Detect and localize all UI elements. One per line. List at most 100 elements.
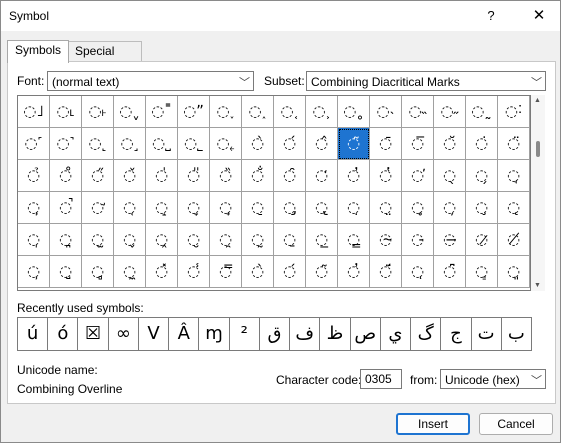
symbol-cell[interactable]: ◌̞	[178, 192, 210, 224]
symbol-cell[interactable]: ◌͂	[306, 256, 338, 288]
symbol-cell[interactable]: ◌̒	[306, 160, 338, 192]
tab-symbols[interactable]: Symbols	[7, 40, 70, 63]
grid-scrollbar[interactable]: ▲ ▼	[531, 95, 545, 291]
recent-symbol[interactable]: V	[137, 317, 170, 351]
recent-symbol[interactable]: Â	[168, 317, 200, 351]
recent-symbol[interactable]: گ	[410, 317, 442, 351]
symbol-cell[interactable]: ◌˳	[338, 96, 370, 128]
symbol-cell[interactable]: ◌˩	[18, 96, 50, 128]
help-icon[interactable]: ?	[479, 6, 503, 26]
symbol-cell[interactable]: ◌˵	[402, 96, 434, 128]
symbol-cell[interactable]: ◌̥	[402, 192, 434, 224]
symbol-cell[interactable]: ◌̇	[466, 128, 498, 160]
symbol-cell[interactable]: ◌̐	[242, 160, 274, 192]
symbol-cell[interactable]: ◌̠	[242, 192, 274, 224]
recent-symbol[interactable]: ú	[17, 317, 49, 351]
symbol-cell[interactable]: ◌̗	[466, 160, 498, 192]
symbol-cell[interactable]: ◌̬	[114, 224, 146, 256]
symbol-cell[interactable]: ◌̣	[338, 192, 370, 224]
symbol-cell[interactable]: ◌̎	[178, 160, 210, 192]
symbol-cell[interactable]: ◌˹	[18, 128, 50, 160]
recent-symbol[interactable]: ☒	[77, 317, 109, 351]
symbol-cell[interactable]: ◌̆	[434, 128, 466, 160]
symbol-cell[interactable]: ◌̋	[82, 160, 114, 192]
symbol-cell[interactable]: ◌̟	[210, 192, 242, 224]
recent-symbol[interactable]: ق	[258, 317, 291, 351]
symbol-cell[interactable]: ◌̮	[178, 224, 210, 256]
symbol-cell[interactable]: ◌ͅ	[402, 256, 434, 288]
recent-symbol[interactable]: ∞	[107, 317, 139, 351]
tab-special-characters[interactable]: Special Characters	[67, 41, 142, 77]
scroll-up-icon[interactable]: ▲	[534, 97, 541, 104]
symbol-cell[interactable]: ◌̲	[306, 224, 338, 256]
recent-symbol[interactable]: ظ	[319, 317, 351, 351]
symbol-cell[interactable]: ◌̱	[274, 224, 306, 256]
symbol-cell[interactable]: ◌̚	[50, 192, 82, 224]
symbol-cell[interactable]: ◌̉	[18, 160, 50, 192]
symbol-cell[interactable]: ◌͇	[466, 256, 498, 288]
symbol-cell[interactable]: ◌̡	[274, 192, 306, 224]
close-icon[interactable]: ✕	[525, 5, 553, 27]
symbol-cell[interactable]: ◌̕	[402, 160, 434, 192]
symbol-cell[interactable]: ◌̅	[402, 128, 434, 160]
symbol-cell[interactable]: ◌˫	[82, 96, 114, 128]
symbol-cell[interactable]: ◌˽	[146, 128, 178, 160]
symbol-cell[interactable]: ◌̫	[82, 224, 114, 256]
symbol-grid[interactable]: ◌˩ ◌˪ ◌˫ ◌ˬ ◌˭ ◌ˮ ◌˯ ◌˰ ◌˱ ◌˲ ◌˳ ◌˴ ◌˵ ◌˶ ◌˷ ◌˸ ◌˹ ◌˺ ◌˻ ◌˼…	[17, 95, 531, 291]
symbol-cell[interactable]: ◌̀	[242, 256, 274, 288]
symbol-cell[interactable]: ◌ˮ	[178, 96, 210, 128]
symbol-cell[interactable]: ◌̨	[498, 192, 530, 224]
symbol-cell[interactable]: ◌̸	[498, 224, 530, 256]
symbol-cell[interactable]: ◌˶	[434, 96, 466, 128]
symbol-cell[interactable]: ◌̊	[50, 160, 82, 192]
symbol-cell[interactable]: ◌̜	[114, 192, 146, 224]
recent-symbol[interactable]: ي	[379, 317, 412, 351]
subset-select[interactable]: Combining Diacritical Marks ﹀	[306, 71, 546, 91]
symbol-cell[interactable]: ◌̽	[146, 256, 178, 288]
symbol-cell[interactable]: ◌̛	[82, 192, 114, 224]
symbol-cell[interactable]: ◌˯	[210, 96, 242, 128]
recent-symbol[interactable]: ف	[289, 317, 321, 351]
symbol-cell[interactable]: ◌̈	[498, 128, 530, 160]
recent-symbol[interactable]: ت	[470, 317, 502, 351]
symbol-cell[interactable]: ◌̦	[434, 192, 466, 224]
symbol-cell[interactable]: ◌̖	[434, 160, 466, 192]
symbol-cell[interactable]: ◌̹	[18, 256, 50, 288]
symbol-cell[interactable]: ◌̓	[338, 256, 370, 288]
symbol-cell[interactable]: ◌̌	[114, 160, 146, 192]
symbol-cell[interactable]: ◌̭	[146, 224, 178, 256]
cancel-button[interactable]: Cancel	[479, 413, 553, 435]
symbol-cell[interactable]: ◌̳	[338, 224, 370, 256]
insert-button[interactable]: Insert	[396, 413, 470, 435]
symbol-cell[interactable]: ◌˷	[466, 96, 498, 128]
symbol-cell[interactable]: ◌̴	[370, 224, 402, 256]
symbol-cell[interactable]: ◌˺	[50, 128, 82, 160]
symbol-cell[interactable]: ◌̩	[18, 224, 50, 256]
symbol-cell[interactable]: ◌̾	[178, 256, 210, 288]
symbol-cell[interactable]: ◌́	[274, 128, 306, 160]
symbol-cell[interactable]: ◌˰	[242, 96, 274, 128]
symbol-cell[interactable]: ◌˱	[274, 96, 306, 128]
recent-symbol[interactable]: ب	[500, 317, 532, 351]
scrollbar-thumb[interactable]	[536, 141, 540, 157]
font-select[interactable]: (normal text) ﹀	[47, 71, 254, 91]
symbol-cell[interactable]: ◌̍	[146, 160, 178, 192]
symbol-cell[interactable]: ◌̈́	[370, 256, 402, 288]
symbol-cell[interactable]: ◌˸	[498, 96, 530, 128]
symbol-cell[interactable]: ◌̯	[210, 224, 242, 256]
symbol-cell[interactable]: ◌ˬ	[114, 96, 146, 128]
symbol-cell[interactable]: ◌̝	[146, 192, 178, 224]
recent-symbol[interactable]: ²	[228, 317, 260, 351]
symbol-cell[interactable]: ◌̺	[50, 256, 82, 288]
symbol-cell[interactable]: ◌̶	[434, 224, 466, 256]
symbol-cell[interactable]: ◌̧	[466, 192, 498, 224]
from-select[interactable]: Unicode (hex) ﹀	[440, 369, 546, 389]
symbol-cell[interactable]: ◌˲	[306, 96, 338, 128]
symbol-cell[interactable]: ◌̄	[370, 128, 402, 160]
symbol-cell[interactable]: ◌̢	[306, 192, 338, 224]
symbol-cell[interactable]: ◌˼	[114, 128, 146, 160]
symbol-cell[interactable]: ◌͆	[434, 256, 466, 288]
symbol-cell[interactable]: ◌̻	[82, 256, 114, 288]
symbol-cell[interactable]: ◌̑	[274, 160, 306, 192]
symbol-cell[interactable]: ◌˿	[210, 128, 242, 160]
